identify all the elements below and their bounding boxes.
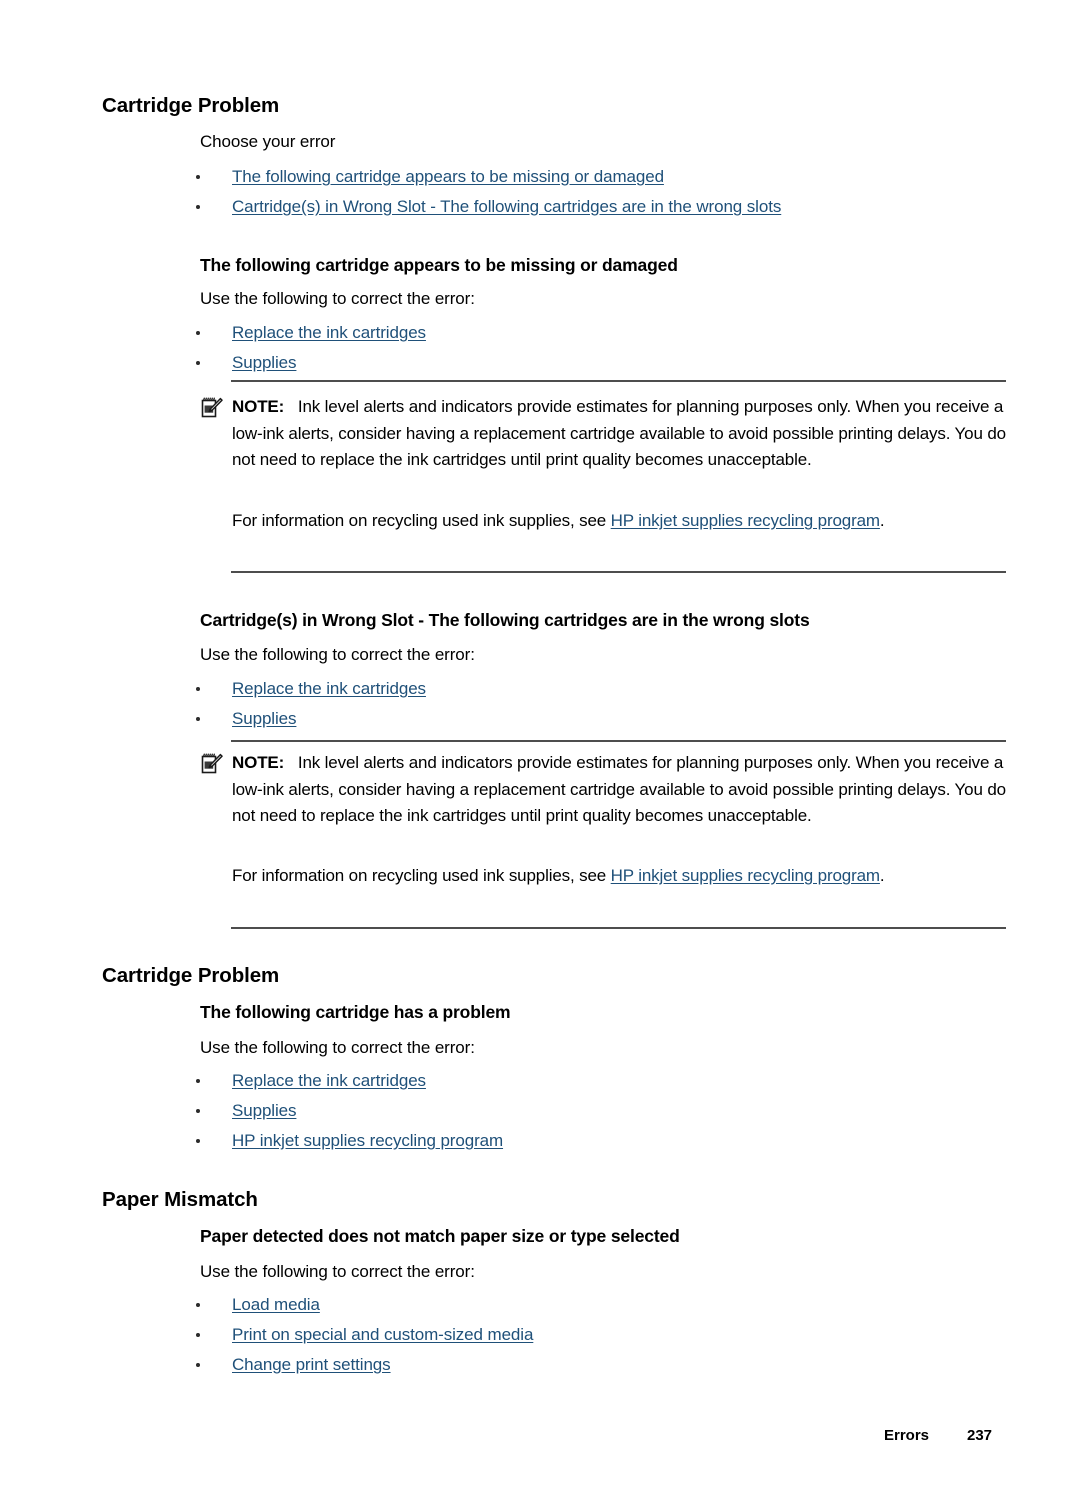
section-heading-missing-or-damaged: The following cartridge appears to be mi… xyxy=(200,255,678,275)
link-print-on-special-media[interactable]: Print on special and custom-sized media xyxy=(232,1325,533,1344)
note-recycle-suffix: . xyxy=(879,866,885,885)
bullet-dot-icon xyxy=(196,1333,200,1337)
note-recycle-prefix: For information on recycling used ink su… xyxy=(232,866,611,885)
note-divider-bottom xyxy=(231,927,1006,929)
link-hp-inkjet-supplies-recycling-program[interactable]: HP inkjet supplies recycling program xyxy=(611,866,880,885)
note-label: NOTE: xyxy=(232,397,285,416)
link-supplies[interactable]: Supplies xyxy=(232,1101,297,1120)
page-title-paper-mismatch: Paper Mismatch xyxy=(102,1188,258,1211)
intro-use-following-4: Use the following to correct the error: xyxy=(200,1262,475,1281)
section-heading-paper-detected-mismatch: Paper detected does not match paper size… xyxy=(200,1226,680,1246)
footer-page-number: 237 xyxy=(967,1427,993,1444)
bullet-dot-icon xyxy=(196,717,200,721)
note-paragraph-1: NOTE: Ink level alerts and indicators pr… xyxy=(232,750,1012,830)
footer-section-name: Errors xyxy=(884,1427,930,1444)
note-divider-top xyxy=(231,740,1006,742)
note-pad-pencil-icon xyxy=(200,752,224,776)
link-load-media[interactable]: Load media xyxy=(232,1295,320,1314)
link-replace-ink-cartridges[interactable]: Replace the ink cartridges xyxy=(232,679,426,698)
note-body-text: Ink level alerts and indicators provide … xyxy=(232,753,1006,825)
bullet-dot-icon xyxy=(196,175,200,179)
note-paragraph-1: NOTE: Ink level alerts and indicators pr… xyxy=(232,394,1012,474)
intro-use-following-1: Use the following to correct the error: xyxy=(200,289,475,308)
link-replace-ink-cartridges[interactable]: Replace the ink cartridges xyxy=(232,323,426,342)
note-paragraph-2: For information on recycling used ink su… xyxy=(232,863,1012,890)
note-pad-pencil-icon xyxy=(200,396,224,420)
section-heading-wrong-slot: Cartridge(s) in Wrong Slot - The followi… xyxy=(200,610,810,630)
document-page: Cartridge Problem Choose your error The … xyxy=(0,0,1080,1495)
note-recycle-suffix: . xyxy=(879,511,885,530)
bullet-dot-icon xyxy=(196,1363,200,1367)
link-change-print-settings[interactable]: Change print settings xyxy=(232,1355,391,1374)
note-recycle-prefix: For information on recycling used ink su… xyxy=(232,511,611,530)
note-divider-top xyxy=(231,380,1006,382)
link-supplies[interactable]: Supplies xyxy=(232,353,297,372)
bullet-dot-icon xyxy=(196,1109,200,1113)
page-title-cartridge-problem-1: Cartridge Problem xyxy=(102,94,280,117)
link-missing-or-damaged[interactable]: The following cartridge appears to be mi… xyxy=(232,167,664,186)
link-supplies[interactable]: Supplies xyxy=(232,709,297,728)
link-hp-inkjet-supplies-recycling-program[interactable]: HP inkjet supplies recycling program xyxy=(232,1131,503,1150)
section-heading-cartridge-has-problem: The following cartridge has a problem xyxy=(200,1002,511,1022)
note-paragraph-2: For information on recycling used ink su… xyxy=(232,508,1012,535)
bullet-dot-icon xyxy=(196,205,200,209)
link-wrong-slot[interactable]: Cartridge(s) in Wrong Slot - The followi… xyxy=(232,197,781,216)
bullet-dot-icon xyxy=(196,331,200,335)
note-divider-bottom xyxy=(231,571,1006,573)
note-label: NOTE: xyxy=(232,753,285,772)
bullet-dot-icon xyxy=(196,1303,200,1307)
intro-use-following-3: Use the following to correct the error: xyxy=(200,1038,475,1057)
intro-use-following-2: Use the following to correct the error: xyxy=(200,645,475,664)
note-body-text: Ink level alerts and indicators provide … xyxy=(232,397,1006,469)
intro-choose-your-error: Choose your error xyxy=(200,132,336,151)
bullet-dot-icon xyxy=(196,361,200,365)
bullet-dot-icon xyxy=(196,687,200,691)
bullet-dot-icon xyxy=(196,1079,200,1083)
bullet-dot-icon xyxy=(196,1139,200,1143)
page-title-cartridge-problem-2: Cartridge Problem xyxy=(102,964,280,987)
link-replace-ink-cartridges[interactable]: Replace the ink cartridges xyxy=(232,1071,426,1090)
link-hp-inkjet-supplies-recycling-program[interactable]: HP inkjet supplies recycling program xyxy=(611,511,880,530)
